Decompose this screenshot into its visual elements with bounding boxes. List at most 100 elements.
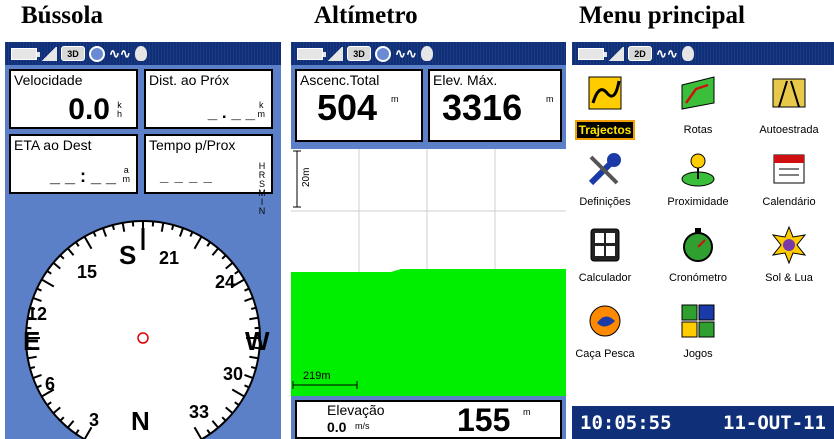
menu-label: Calculador — [578, 272, 632, 284]
unit-label: km — [257, 100, 266, 119]
menu-item-proximity[interactable]: Proximidade — [653, 149, 743, 208]
compass-tick — [29, 366, 36, 370]
compass-tick — [250, 306, 257, 310]
heading-15-label: 15 — [77, 262, 97, 282]
menu-label: Trajectos — [574, 120, 636, 140]
tracklog-icon: ∿∿ — [109, 46, 131, 61]
menu-label: Jogos — [683, 348, 713, 360]
unit-label: m — [391, 94, 399, 104]
elevation-rate-value: 0.0 — [327, 419, 347, 435]
light-bulb-icon — [681, 46, 694, 61]
menu-footer: 10:05:55 11-OUT-11 — [572, 406, 834, 439]
status-bar: 3D ∿∿ — [291, 42, 566, 65]
menu-label: Proximidade — [667, 196, 729, 208]
field-label: Velocidade — [14, 72, 83, 88]
light-bulb-icon — [420, 46, 433, 61]
status-bar: 2D ∿∿ — [572, 42, 834, 65]
menu-item-calendar[interactable]: Calendário — [744, 149, 834, 208]
field-label: Dist. ao Próx — [149, 72, 230, 88]
menu-item-stopwatch[interactable]: Cronómetro — [653, 225, 743, 284]
terrain-fill — [291, 269, 566, 396]
menu-item-settings[interactable]: Definições — [572, 149, 650, 208]
tracklog-icon: ∿∿ — [656, 46, 678, 61]
compass-tick — [250, 366, 257, 370]
heading-3-label: 3 — [89, 410, 99, 430]
status-bar: 3D ∿∿ — [5, 42, 281, 65]
field-label: Elevação — [327, 402, 385, 418]
elevation-value: 155 — [457, 402, 511, 438]
clock-date: 11-OUT-11 — [723, 411, 826, 434]
eta-value: _ _ : _ _ — [49, 166, 116, 186]
compass-rose: S N E W 21 24 15 12 30 33 6 3 — [23, 220, 270, 439]
menu-grid: Trajectos Rotas Autoestrada Definições P… — [572, 65, 834, 406]
menu-label: Caça Pesca — [575, 348, 635, 360]
clock-time: 10:05:55 — [580, 411, 672, 434]
compass-tick — [171, 224, 175, 231]
heading-30-label: 30 — [223, 364, 243, 384]
settings-icon — [588, 153, 621, 186]
battery-icon — [578, 47, 607, 60]
gps-3d-fix-icon: 3D — [61, 46, 85, 61]
backlight-icon — [41, 46, 57, 61]
calendar-icon — [773, 154, 805, 184]
eta-to-destination-field[interactable]: ETA ao Dest _ _ : _ _ am — [9, 134, 138, 194]
stopwatch-icon — [683, 228, 713, 262]
menu-item-sun-moon[interactable]: Sol & Lua — [744, 225, 834, 284]
routes-icon — [681, 76, 715, 110]
speed-field[interactable]: Velocidade 0.0 kh — [9, 69, 138, 129]
speed-value: 0.0 — [68, 93, 110, 126]
menu-item-routes[interactable]: Rotas — [653, 73, 743, 136]
altimeter-screen: 3D ∿∿ Ascenc.Total 504 m Elev. Máx. 3316… — [291, 42, 566, 439]
menu-item-games[interactable]: Jogos — [653, 301, 743, 360]
total-ascent-field[interactable]: Ascenc.Total 504 m — [295, 69, 423, 142]
east-label: E — [23, 326, 40, 356]
altimeter-screen-title: Altímetro — [314, 2, 418, 29]
elevation-profile-chart: 20m 219m — [291, 149, 566, 396]
gps-2d-fix-icon: 2D — [628, 46, 652, 61]
backlight-icon — [327, 46, 343, 61]
menu-label: Cronómetro — [668, 272, 728, 284]
compass-screen-title: Bússola — [21, 2, 103, 29]
heading-21-label: 21 — [159, 248, 179, 268]
menu-screen-title: Menu principal — [579, 2, 745, 29]
menu-label: Sol & Lua — [765, 272, 813, 284]
proximity-icon — [681, 153, 715, 187]
time-to-next-value: _ _ _ _ — [160, 168, 213, 185]
unit-label: kh — [116, 100, 122, 119]
sun-moon-icon — [771, 225, 807, 265]
tracks-icon — [588, 76, 622, 110]
menu-item-tracks[interactable]: Trajectos — [572, 73, 650, 140]
battery-icon — [297, 47, 326, 60]
field-label: Tempo p/Prox — [149, 137, 236, 153]
hunt-fish-icon — [589, 305, 621, 337]
max-elevation-value: 3316 — [442, 87, 523, 128]
games-icon — [681, 304, 715, 338]
north-label: N — [131, 406, 150, 436]
menu-label: Calendário — [762, 196, 816, 208]
battery-icon — [11, 47, 40, 60]
unit-label: m — [523, 407, 531, 417]
menu-item-calculator[interactable]: Calculador — [572, 225, 650, 284]
main-menu-screen: 2D ∿∿ Trajectos Rotas Autoestrada Defini… — [572, 42, 834, 439]
time-to-next-field[interactable]: Tempo p/Prox _ _ _ _ H R SM I N — [144, 134, 273, 216]
elevation-plot[interactable]: 20m 219m — [291, 149, 566, 396]
elevation-bar: Elevação 0.0 m/s 155 m — [291, 396, 566, 439]
unit-label: am — [122, 165, 131, 184]
x-scale-label: 219m — [303, 370, 331, 382]
highway-icon — [772, 78, 806, 108]
distance-to-next-field[interactable]: Dist. ao Próx _ . _ _ km — [144, 69, 273, 129]
max-elevation-field[interactable]: Elev. Máx. 3316 m — [428, 69, 562, 142]
menu-item-hunt-fish[interactable]: Caça Pesca — [572, 301, 650, 360]
heading-24-label: 24 — [215, 272, 235, 292]
calculator-icon — [590, 228, 620, 262]
menu-item-highway[interactable]: Autoestrada — [744, 73, 834, 136]
heading-33-label: 33 — [189, 402, 209, 422]
y-scale-label: 20m — [301, 168, 312, 187]
menu-label: Definições — [579, 196, 631, 208]
light-bulb-icon — [134, 46, 147, 61]
field-label: ETA ao Dest — [14, 137, 92, 153]
tracklog-icon: ∿∿ — [395, 46, 417, 61]
west-label: W — [245, 326, 270, 356]
elevation-field[interactable]: Elevação 0.0 m/s 155 m — [295, 400, 562, 439]
gps-3d-fix-icon: 3D — [347, 46, 371, 61]
